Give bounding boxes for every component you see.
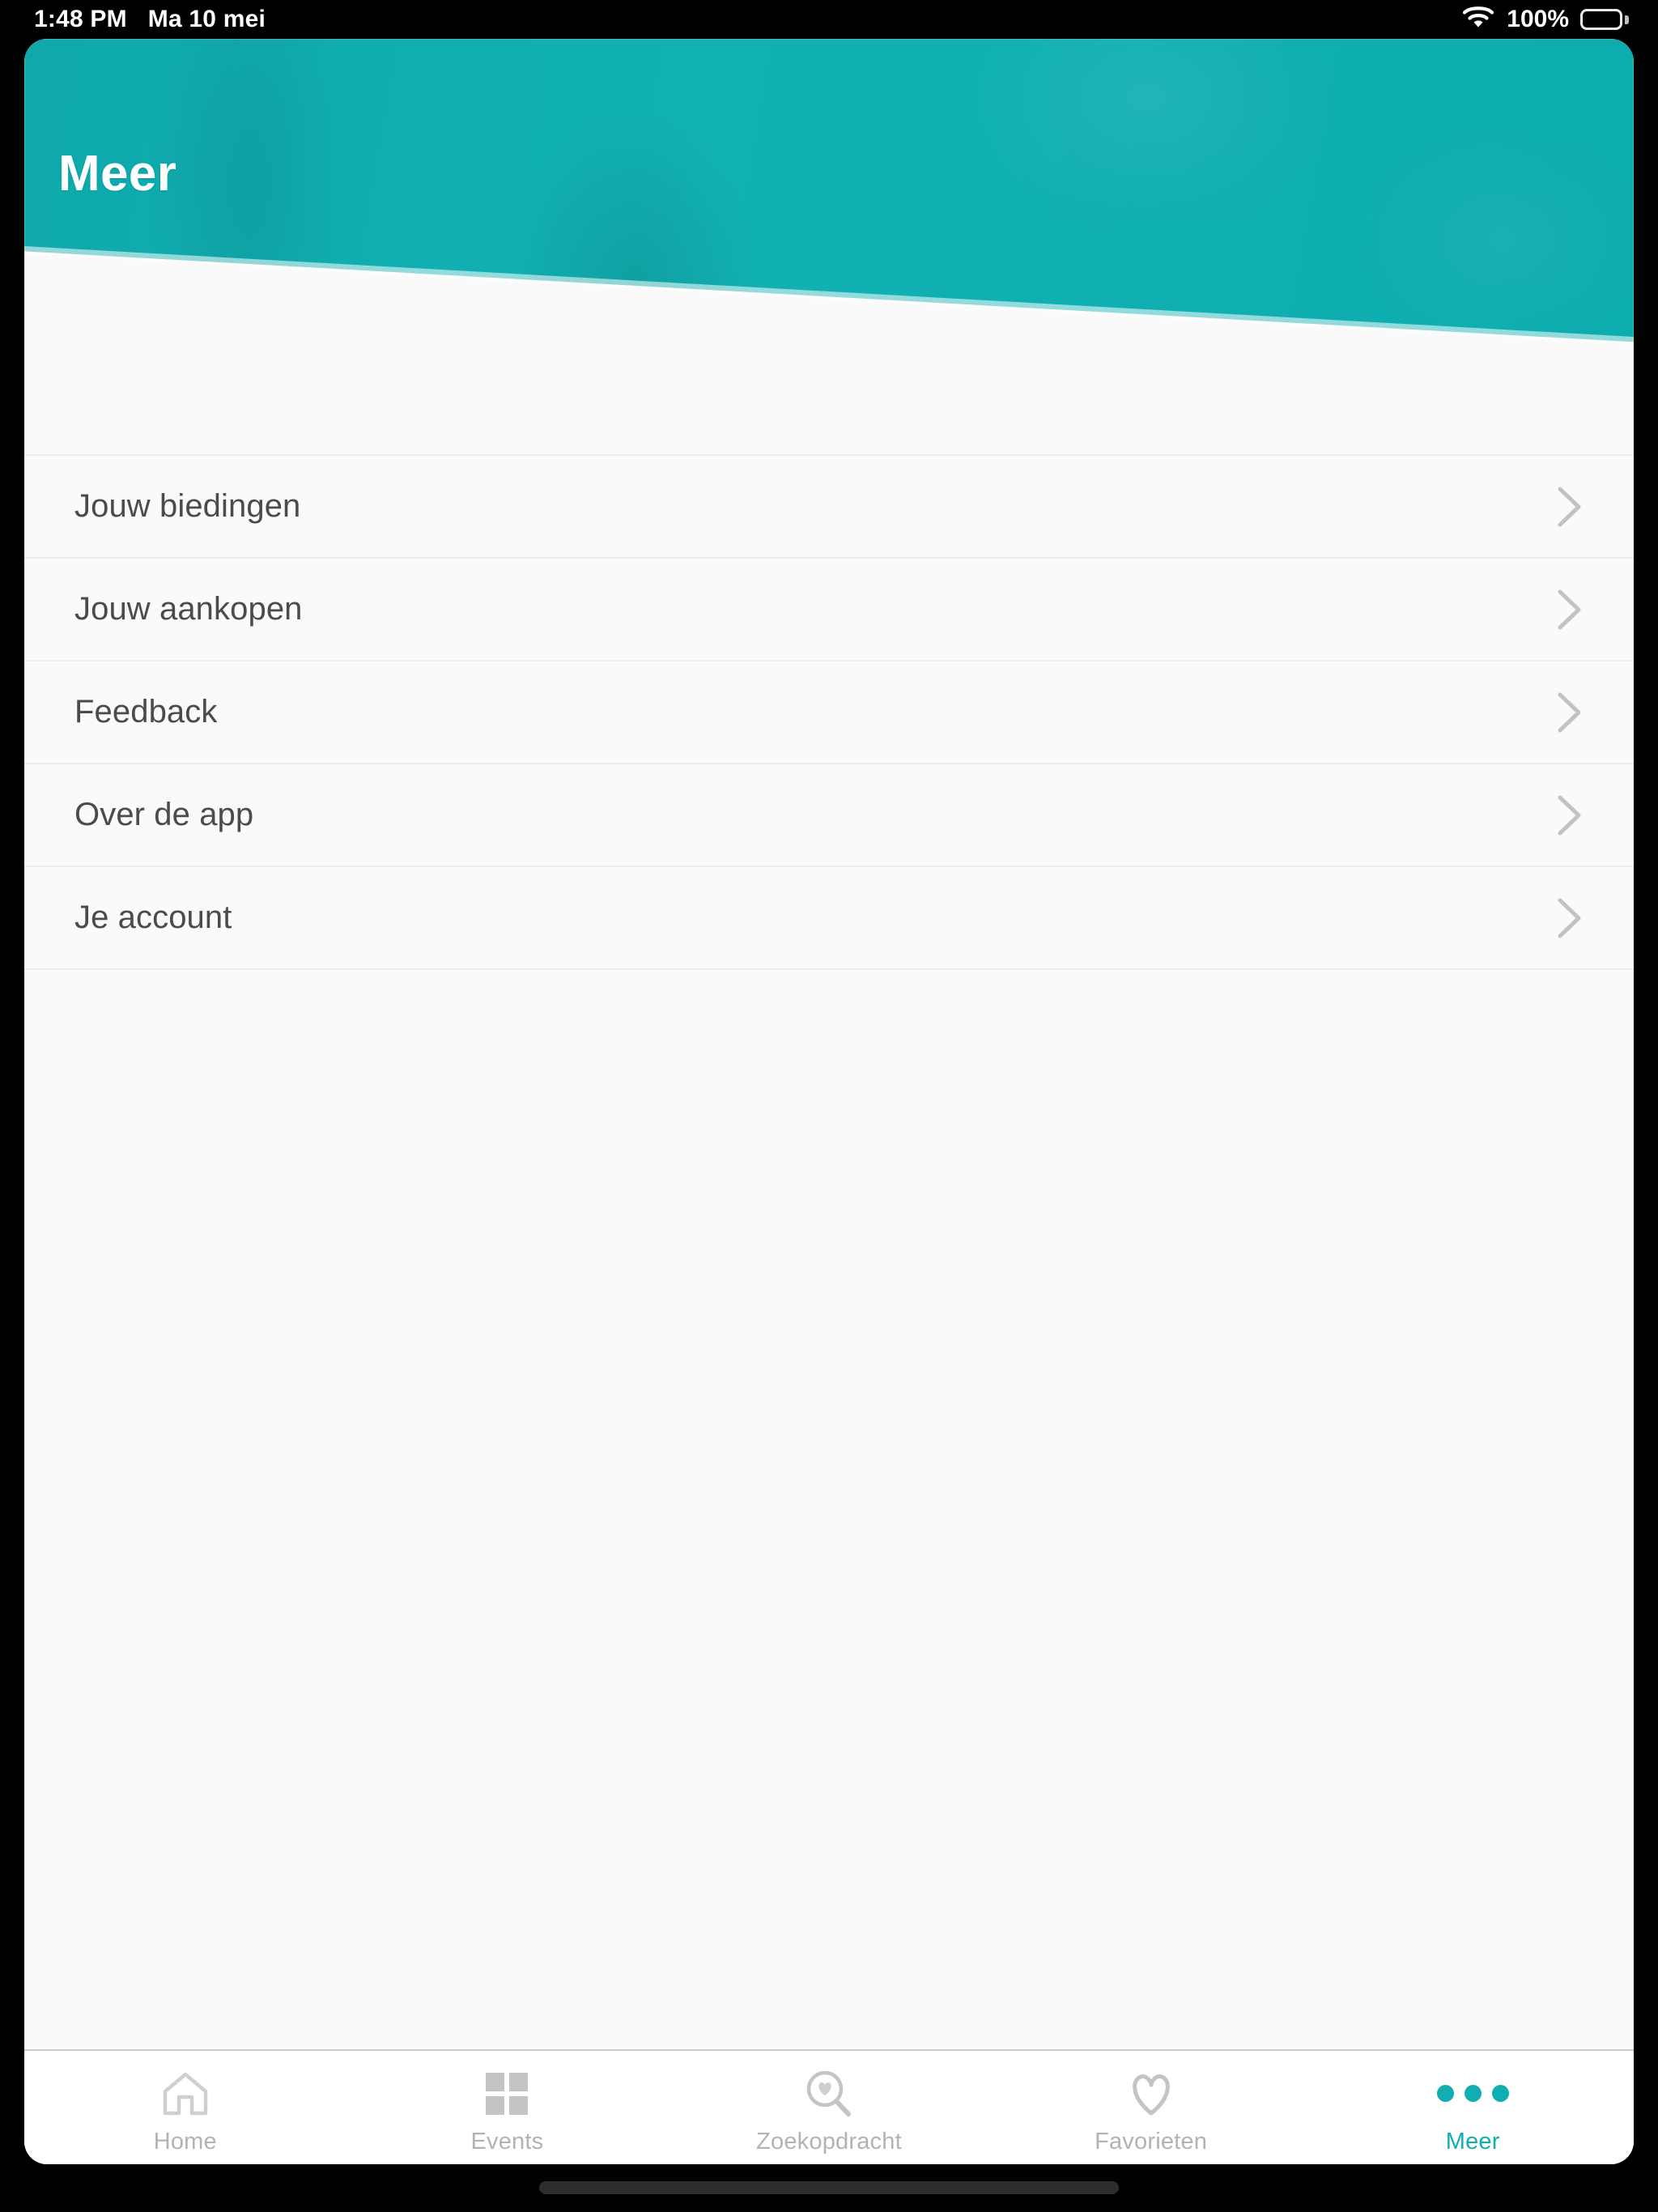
chevron-right-icon [1556,588,1584,632]
menu-item-feedback[interactable]: Feedback [24,661,1634,764]
status-bar-right: 100% [1461,4,1629,35]
tab-home[interactable]: Home [24,2051,346,2164]
tab-label: Events [470,2128,544,2155]
page-header: Meer [24,39,1634,363]
device-screen: 1:48 PM Ma 10 mei 100% Meer Jouw bieding… [0,0,1658,2212]
menu-item-label: Jouw biedingen [74,488,301,524]
home-indicator[interactable] [539,2181,1119,2194]
tab-label: Meer [1445,2128,1500,2155]
menu-item-jouw-biedingen[interactable]: Jouw biedingen [24,456,1634,559]
chevron-right-icon [1556,793,1584,837]
status-bar-date: Ma 10 mei [147,6,266,32]
menu-item-label: Jouw aankopen [74,591,303,627]
tab-events[interactable]: Events [346,2051,669,2164]
menu-item-over-de-app[interactable]: Over de app [24,764,1634,867]
grid-four-squares-icon [484,2069,529,2119]
home-icon [160,2069,210,2119]
heart-outline-icon [1126,2069,1176,2119]
bottom-tab-bar: Home Events Zoekopdracht Favorieten Meer [24,2049,1634,2164]
magnifier-heart-icon [804,2069,854,2119]
chevron-right-icon [1556,691,1584,734]
tab-label: Zoekopdracht [756,2128,902,2155]
tab-meer[interactable]: Meer [1312,2051,1634,2164]
menu-item-jouw-aankopen[interactable]: Jouw aankopen [24,559,1634,661]
app-window: Meer Jouw biedingen Jouw aankopen Feedba… [24,39,1634,2164]
battery-percentage-label: 100% [1507,6,1569,32]
page-title: Meer [58,146,177,202]
tab-label: Home [153,2128,217,2155]
status-bar: 1:48 PM Ma 10 mei 100% [0,0,1658,39]
menu-item-label: Je account [74,900,232,935]
status-bar-left: 1:48 PM Ma 10 mei [34,6,266,33]
chevron-right-icon [1556,896,1584,940]
wifi-icon [1461,4,1495,35]
tab-zoekopdracht[interactable]: Zoekopdracht [668,2051,990,2164]
tab-favorieten[interactable]: Favorieten [990,2051,1312,2164]
chevron-right-icon [1556,485,1584,529]
menu-item-label: Feedback [74,694,218,730]
menu-item-je-account[interactable]: Je account [24,867,1634,970]
status-bar-time: 1:48 PM [34,6,127,32]
three-dots-icon [1436,2069,1509,2119]
tab-label: Favorieten [1095,2128,1208,2155]
battery-full-icon [1580,9,1629,30]
menu-list: Jouw biedingen Jouw aankopen Feedback Ov… [24,454,1634,970]
menu-item-label: Over de app [74,797,254,832]
